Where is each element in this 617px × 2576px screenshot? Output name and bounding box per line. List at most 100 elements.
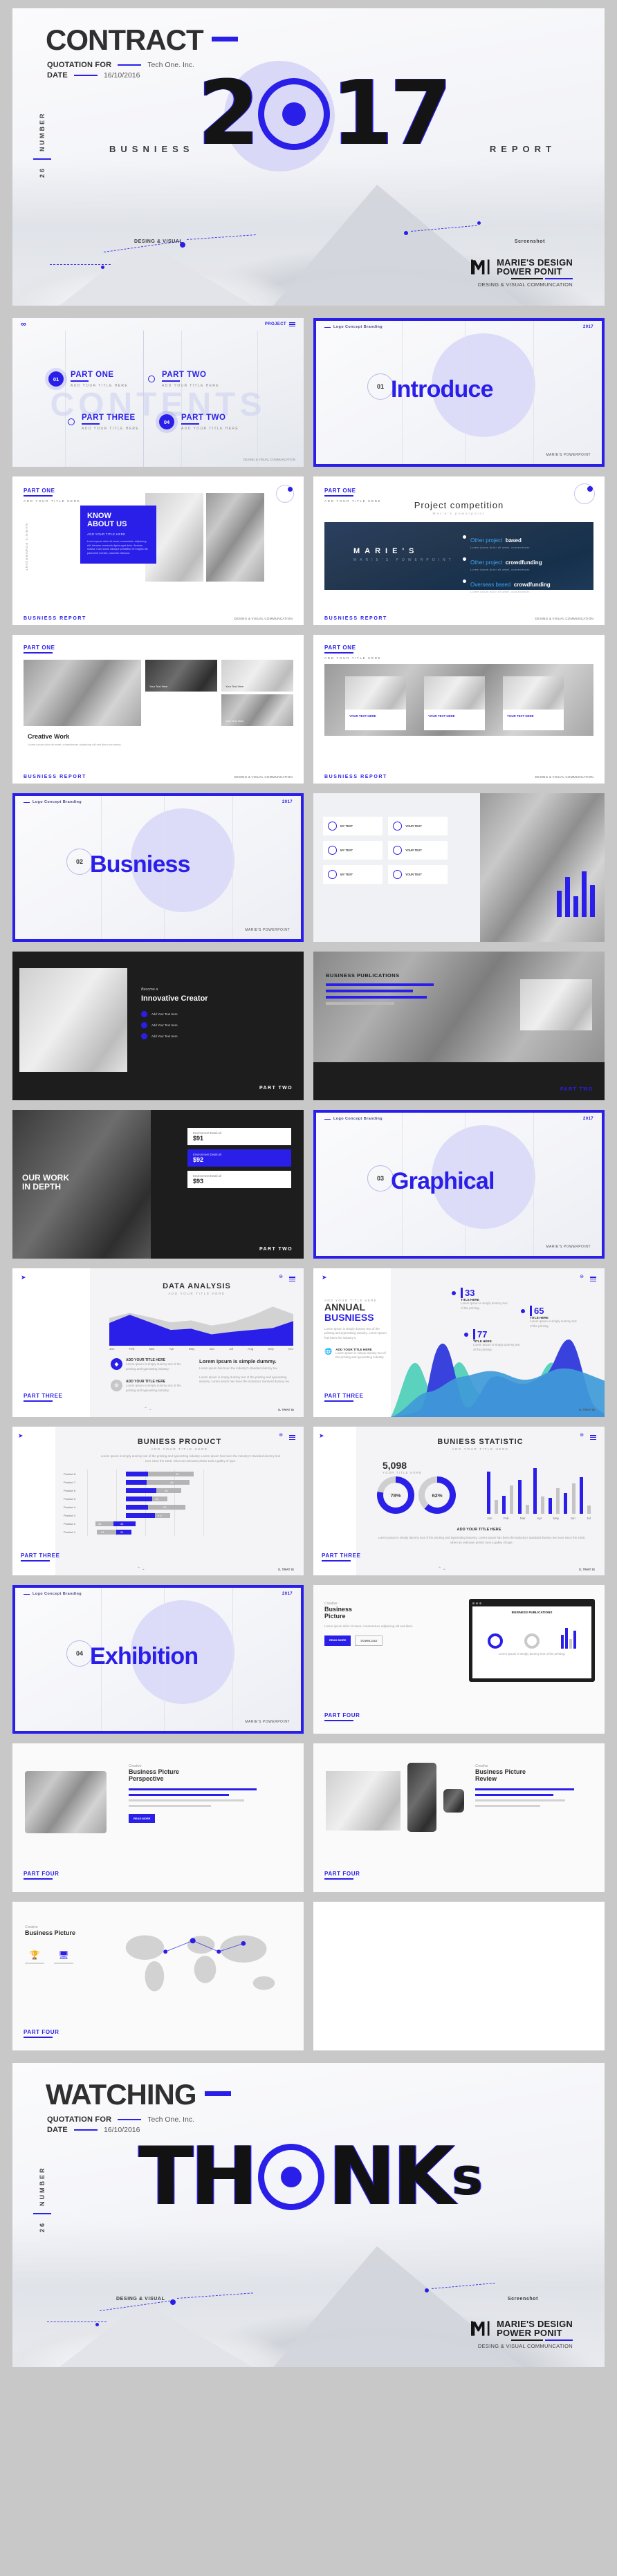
ring-zero-icon xyxy=(258,78,331,150)
bullet-rest: crowdfunding xyxy=(505,559,542,566)
read-more-button[interactable]: READ MORE xyxy=(129,1813,156,1823)
send-icon[interactable]: ➤ xyxy=(319,1432,324,1440)
contents-item-1[interactable]: 01 PART ONE ADD YOUR TITLE HERE xyxy=(48,371,128,388)
menu-icon[interactable] xyxy=(289,1276,295,1282)
picture-perspective-slide[interactable]: Creative Business Picture Perspective RE… xyxy=(12,1743,304,1892)
contents-item-3[interactable]: PART THREE ADD YOUR TITLE HERE xyxy=(68,414,139,431)
x-tick: Oct xyxy=(288,1347,293,1351)
picture-title-2: Picture xyxy=(324,1613,346,1620)
right-body-1: Lorem ipsum has been the industry's stan… xyxy=(199,1366,278,1370)
photo-notebook xyxy=(19,968,127,1072)
bar-row: Product 8 49 xyxy=(64,1470,293,1478)
icon-card[interactable]: YOUR TEXT xyxy=(388,841,448,860)
send-icon[interactable]: ➤ xyxy=(21,1274,26,1281)
send-icon[interactable]: ➤ xyxy=(18,1432,24,1440)
map-stat-1: 🏆 xyxy=(25,1950,44,1965)
section-slide-introduce[interactable]: Logo Concept Branding 2017 01 Introduce … xyxy=(313,318,605,467)
picture-review-slide[interactable]: Creative Business Picture Review PART FO… xyxy=(313,1743,605,1892)
thanks-letter-t: T xyxy=(138,2130,193,2223)
innovative-creator-slide[interactable]: Become a Innovative Creator Add Your Tex… xyxy=(12,952,304,1100)
publications-slide[interactable]: BUSINESS PUBLICATIONS PART TWO xyxy=(313,952,605,1100)
check-icon xyxy=(141,1011,147,1017)
download-button[interactable]: DOWNLOAD xyxy=(355,1636,383,1647)
price-card[interactable]: Environment Detail all $92 xyxy=(187,1149,291,1167)
statistic-slide[interactable]: ➤ ⊛ BUNIESS STATISTIC ADD YOUR TITLE HER… xyxy=(313,1427,605,1575)
icon-card[interactable]: MY TEXT xyxy=(323,841,383,860)
team-card-3[interactable]: YOUR TEXT HERE xyxy=(503,676,564,730)
annual-busniess-slide[interactable]: ➤ ⊛ ADD YOUR TITLE HERE ANNUAL BUSNIESS … xyxy=(313,1268,605,1417)
price-card[interactable]: Environment Detail all $91 xyxy=(187,1128,291,1145)
section-slide-busniess[interactable]: Logo Concept Branding 2017 02 Busniess M… xyxy=(12,793,304,942)
section-slide-graphical[interactable]: Logo Concept Branding 2017 03 Graphical … xyxy=(313,1110,605,1259)
part-label: PART FOUR xyxy=(24,1871,59,1878)
send-icon[interactable]: ➤ xyxy=(322,1274,327,1281)
bullet-highlight: Other project xyxy=(470,559,503,566)
icon-card[interactable]: MY TEXT xyxy=(323,817,383,835)
icon-card[interactable]: YOUR TEXT xyxy=(388,865,448,884)
feature-2: ⚙ ADD YOUR TITLE HERE Lorem Ipsum is sim… xyxy=(111,1380,190,1393)
photo-watch-mockup xyxy=(443,1789,464,1813)
team-cards-slide[interactable]: PART ONE ADD YOUR TITLE HERE YOUR TEXT H… xyxy=(313,635,605,784)
monitor-icon: 🖥 xyxy=(58,1950,69,1961)
publications-title: BUSINESS PUBLICATIONS xyxy=(326,972,400,979)
thanks-slide[interactable]: WATCHING QUOTATION FOR Tech One. Inc. DA… xyxy=(12,2063,605,2367)
pager-icon[interactable]: ⌃ ⌄ xyxy=(144,1407,152,1411)
icon-card[interactable]: MY TEXT xyxy=(323,865,383,884)
statistic-big-number: 5,098 xyxy=(383,1460,407,1471)
know-about-slide[interactable]: PART ONE ADD YOUR TITLE HERE MARIE'S POW… xyxy=(12,476,304,625)
read-more-button[interactable]: READ MORE xyxy=(324,1636,351,1647)
cover-slide[interactable]: CONTRACT QUOTATION FOR Tech One. Inc. DA… xyxy=(12,8,605,306)
contents-slide[interactable]: ∞ PROJECT CONTENTS 01 PART ONE ADD YOUR … xyxy=(12,318,304,467)
ring-dot-icon xyxy=(280,2167,302,2187)
globe-icon[interactable]: ⊛ xyxy=(580,1274,584,1279)
bar-row-label: Product 7 xyxy=(64,1480,76,1484)
globe-icon[interactable]: ⊛ xyxy=(580,1432,584,1438)
bar-value: 24 xyxy=(120,1530,124,1534)
status-badge: S. TRAT IS xyxy=(277,1408,294,1411)
icon-grid-slide[interactable]: MY TEXT YOUR TEXT MY TEXT YOUR TEXT MY T… xyxy=(313,793,605,942)
quotation-value: Tech One. Inc. xyxy=(147,2115,194,2124)
data-analysis-slide[interactable]: ➤ ⊛ DATA ANALYSIS ADD YOUR TITLE HERE Ja… xyxy=(12,1268,304,1417)
globe-icon[interactable]: ⊛ xyxy=(279,1432,283,1438)
pager-icon[interactable]: ⌃ ⌄ xyxy=(438,1566,446,1571)
gear-icon: ⚙ xyxy=(111,1380,122,1391)
x-tick: May xyxy=(553,1517,560,1520)
photo-tile-3: Your Text Here xyxy=(221,694,293,726)
price-card[interactable]: Environment Detail all $93 xyxy=(187,1171,291,1188)
team-card-2[interactable]: YOUR TEXT HERE xyxy=(424,676,485,730)
menu-icon[interactable] xyxy=(289,321,295,327)
callout-1-body: Lorem Ipsum is simply dummy text of the … xyxy=(461,1301,508,1310)
bar-row-label: Product 2 xyxy=(64,1521,76,1526)
contents-item-4[interactable]: 04 PART TWO ADD YOUR TITLE HERE xyxy=(159,414,239,431)
bar-value: 46 xyxy=(170,1480,174,1484)
project-competition-slide[interactable]: PART ONE ADD YOUR TITLE HERE Project com… xyxy=(313,476,605,625)
bullet-dot-icon xyxy=(463,535,466,539)
badge-icon xyxy=(393,822,402,831)
photo-workspace xyxy=(24,660,141,726)
business-picture-slide[interactable]: Creative Business Picture Lorem ipsum do… xyxy=(313,1585,605,1734)
map-slide[interactable]: Creative Business Picture 🏆 🖥 PART FOUR xyxy=(12,1902,304,2050)
team-card-1[interactable]: YOUR TEXT HERE xyxy=(345,676,406,730)
globe-icon[interactable]: ⊛ xyxy=(279,1274,283,1279)
quotation-value: Tech One. Inc. xyxy=(147,61,194,69)
contents-item-3-title: PART THREE xyxy=(82,414,136,422)
foot-right: PART TWO xyxy=(259,1086,293,1091)
price-title-2: IN DEPTH xyxy=(22,1182,62,1192)
logo-rule-icon xyxy=(471,2339,573,2341)
menu-icon[interactable] xyxy=(590,1276,596,1282)
icon-card[interactable]: YOUR TEXT xyxy=(388,817,448,835)
thanks-letter-n: N xyxy=(328,2130,396,2223)
bar-value: 9.6 xyxy=(158,1513,162,1517)
window-dot-icon xyxy=(476,1602,478,1604)
chart-x-axis: Jan Feb Mar Apr May Jun Jul xyxy=(487,1517,591,1520)
mini-header-right: 2017 xyxy=(282,1592,293,1596)
section-slide-exhibition[interactable]: Logo Concept Branding 2017 04 Exhibition… xyxy=(12,1585,304,1734)
innovative-bullet-label: Add Your Text Here xyxy=(151,1023,178,1027)
creative-work-slide[interactable]: PART ONE Your Text Here Your Text Here Y… xyxy=(12,635,304,784)
product-slide[interactable]: ➤ ⊛ BUNIESS PRODUCT ADD YOUR TITLE HERE … xyxy=(12,1427,304,1575)
foot-right: DESING & VISUAL COMMUNCATION xyxy=(234,616,293,620)
contents-item-2[interactable]: PART TWO ADD YOUR TITLE HERE xyxy=(148,371,219,388)
pager-icon[interactable]: ⌃ ⌄ xyxy=(137,1566,145,1571)
price-cards-slide[interactable]: OUR WORK IN DEPTH Environment Detail all… xyxy=(12,1110,304,1259)
powerpoint-footer: MARIE'S POWERPOINT xyxy=(546,453,591,457)
